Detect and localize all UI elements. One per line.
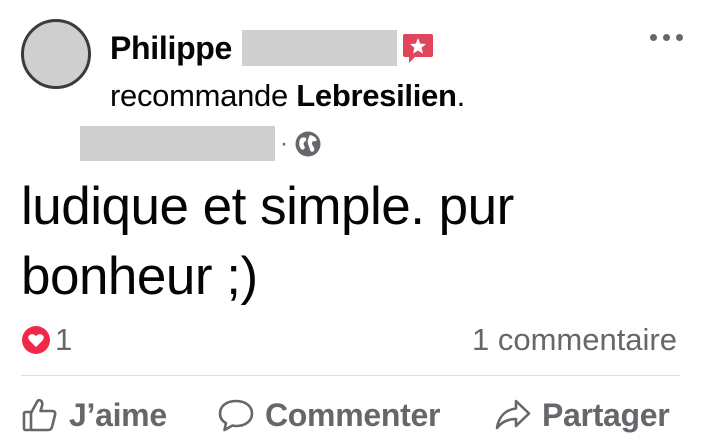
action-bar: J’aime Commenter Partager <box>0 390 701 440</box>
author-name[interactable]: Philippe <box>110 30 232 67</box>
post-body: ludique et simple. pur bonheur ;) <box>21 177 514 306</box>
share-button[interactable]: Partager <box>494 390 670 440</box>
avatar[interactable] <box>21 19 91 89</box>
more-dot <box>675 33 683 41</box>
comments-count-link[interactable]: 1 commentaire <box>472 322 677 358</box>
more-dot <box>649 33 657 41</box>
reaction-count: 1 <box>55 322 73 357</box>
comment-label: Commenter <box>265 396 441 433</box>
reaction-summary[interactable]: 1 <box>21 322 72 358</box>
globe-icon[interactable] <box>294 130 322 158</box>
more-dot <box>662 33 670 41</box>
page-suffix: . <box>456 78 466 113</box>
page-name-link[interactable]: Lebresilien <box>296 78 457 113</box>
thumbs-up-icon <box>21 396 59 434</box>
author-row: Philippe <box>110 26 435 70</box>
comment-button[interactable]: Commenter <box>217 390 440 440</box>
recommend-verb: recommande <box>110 78 288 113</box>
redacted-last-name <box>242 30 398 66</box>
recommendation-line: recommande Lebresilien. <box>110 78 465 114</box>
meta-separator: · <box>280 129 288 157</box>
share-arrow-icon <box>494 396 532 434</box>
divider <box>21 375 680 376</box>
post-meta: · <box>80 126 322 161</box>
more-options-button[interactable] <box>646 30 686 44</box>
love-heart-icon <box>21 325 51 355</box>
comment-bubble-icon <box>217 396 255 434</box>
like-label: J’aime <box>69 396 167 433</box>
recommendation-star-icon <box>401 31 435 65</box>
like-button[interactable]: J’aime <box>21 390 167 440</box>
redacted-timestamp <box>80 126 275 161</box>
share-label: Partager <box>542 396 670 433</box>
